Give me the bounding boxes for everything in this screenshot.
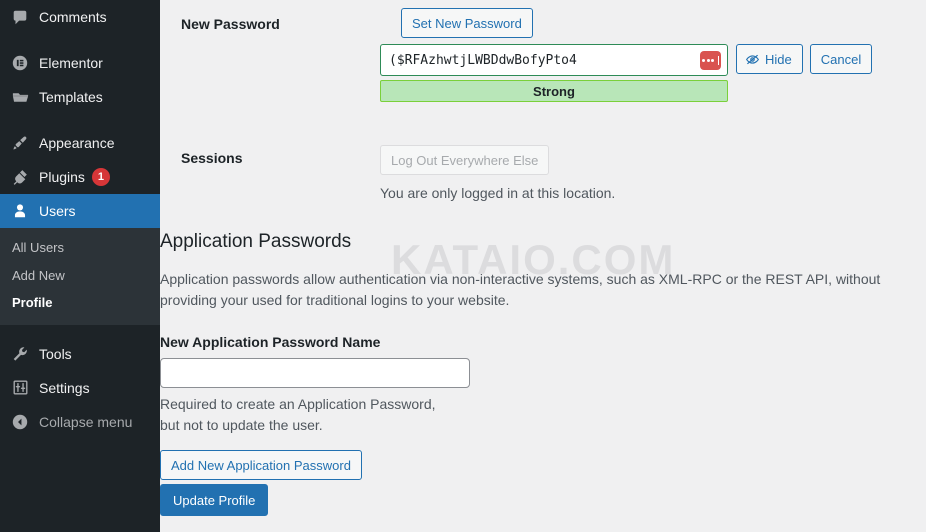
password-manager-icon[interactable] bbox=[700, 50, 721, 70]
log-out-everywhere-button[interactable]: Log Out Everywhere Else bbox=[380, 145, 550, 175]
sidebar-item-appearance[interactable]: Appearance bbox=[0, 126, 160, 160]
sidebar-item-tools[interactable]: Tools bbox=[0, 337, 160, 371]
password-manager-dots bbox=[702, 55, 719, 65]
new-password-field: Set New Password bbox=[401, 8, 926, 38]
profile-main-content: KATAIO.COM New Password Set New Password… bbox=[160, 0, 926, 532]
new-application-password-name-input[interactable] bbox=[160, 358, 470, 389]
sidebar-item-users[interactable]: Users bbox=[0, 194, 160, 228]
set-new-password-button[interactable]: Set New Password bbox=[401, 8, 533, 38]
application-passwords-description: Application passwords allow authenticati… bbox=[160, 270, 881, 309]
sessions-field: Log Out Everywhere Else You are only log… bbox=[380, 145, 615, 201]
sidebar-item-label: Elementor bbox=[39, 55, 103, 71]
sidebar-item-templates[interactable]: Templates bbox=[0, 80, 160, 114]
update-profile-row: Update Profile bbox=[160, 484, 269, 516]
sidebar-item-label: Appearance bbox=[39, 135, 115, 151]
sidebar-divider bbox=[0, 325, 160, 337]
sidebar-item-comments[interactable]: Comments bbox=[0, 0, 160, 34]
sessions-note: You are only logged in at this location. bbox=[380, 185, 616, 201]
password-action-buttons: Hide Cancel bbox=[736, 44, 873, 74]
sidebar-item-label: Comments bbox=[39, 9, 107, 25]
submenu-item-add-new[interactable]: Add New bbox=[0, 262, 160, 290]
submenu-item-profile[interactable]: Profile bbox=[0, 289, 160, 317]
settings-sliders-icon bbox=[10, 378, 30, 398]
hide-password-button[interactable]: Hide bbox=[736, 44, 803, 74]
sidebar-divider bbox=[0, 34, 160, 46]
update-profile-button[interactable]: Update Profile bbox=[160, 484, 269, 516]
plugins-plug-icon bbox=[10, 167, 30, 187]
collapse-arrow-icon bbox=[10, 412, 30, 432]
sidebar-item-elementor[interactable]: Elementor bbox=[0, 46, 160, 80]
new-password-input[interactable]: ($RFAzhwtjLWBDdwBofyPto4 bbox=[380, 44, 728, 76]
tools-wrench-icon bbox=[10, 344, 30, 364]
sidebar-item-label: Collapse menu bbox=[39, 413, 133, 430]
sidebar-item-label: Templates bbox=[39, 89, 103, 105]
comments-icon bbox=[10, 7, 30, 27]
sidebar-item-settings[interactable]: Settings bbox=[0, 371, 160, 405]
new-password-row: New Password Set New Password bbox=[181, 0, 926, 38]
users-person-icon bbox=[10, 201, 30, 221]
plugins-update-badge: 1 bbox=[91, 168, 110, 186]
cancel-password-button[interactable]: Cancel bbox=[809, 44, 873, 74]
sidebar-item-collapse-menu[interactable]: Collapse menu bbox=[0, 405, 160, 439]
eye-slash-icon bbox=[745, 54, 760, 64]
sidebar-divider bbox=[0, 114, 160, 126]
new-password-value: ($RFAzhwtjLWBDdwBofyPto4 bbox=[389, 52, 577, 68]
sessions-label: Sessions bbox=[181, 150, 243, 166]
sidebar-item-label: Settings bbox=[39, 379, 90, 396]
application-passwords-heading: Application Passwords bbox=[160, 231, 352, 252]
password-input-column: ($RFAzhwtjLWBDdwBofyPto4 Strong bbox=[380, 44, 728, 102]
hide-button-label: Hide bbox=[765, 51, 792, 67]
submenu-item-all-users[interactable]: All Users bbox=[0, 234, 160, 262]
new-password-label: New Password bbox=[181, 16, 280, 32]
appearance-brush-icon bbox=[10, 133, 30, 153]
add-new-application-password-button[interactable]: Add New Application Password bbox=[160, 450, 362, 481]
templates-folder-icon bbox=[10, 87, 30, 107]
new-application-password-name-label: New Application Password Name bbox=[160, 334, 381, 351]
sidebar-item-label: Tools bbox=[39, 345, 72, 362]
password-strength-indicator: Strong bbox=[380, 80, 728, 102]
password-entry-group: ($RFAzhwtjLWBDdwBofyPto4 Strong Hide Can… bbox=[380, 44, 873, 102]
users-submenu: All Users Add New Profile bbox=[0, 228, 160, 325]
elementor-icon bbox=[10, 53, 30, 73]
sidebar-item-label: Plugins bbox=[39, 169, 85, 185]
wordpress-admin-screen: Comments Elementor Templates Appearance … bbox=[0, 0, 926, 532]
admin-sidebar: Comments Elementor Templates Appearance … bbox=[0, 0, 160, 532]
sidebar-item-label: Users bbox=[39, 203, 76, 219]
application-password-help-text: Required to create an Application Passwo… bbox=[160, 396, 436, 434]
application-passwords-section: Application Passwords Application passwo… bbox=[160, 230, 926, 481]
sidebar-item-plugins[interactable]: Plugins 1 bbox=[0, 160, 160, 194]
